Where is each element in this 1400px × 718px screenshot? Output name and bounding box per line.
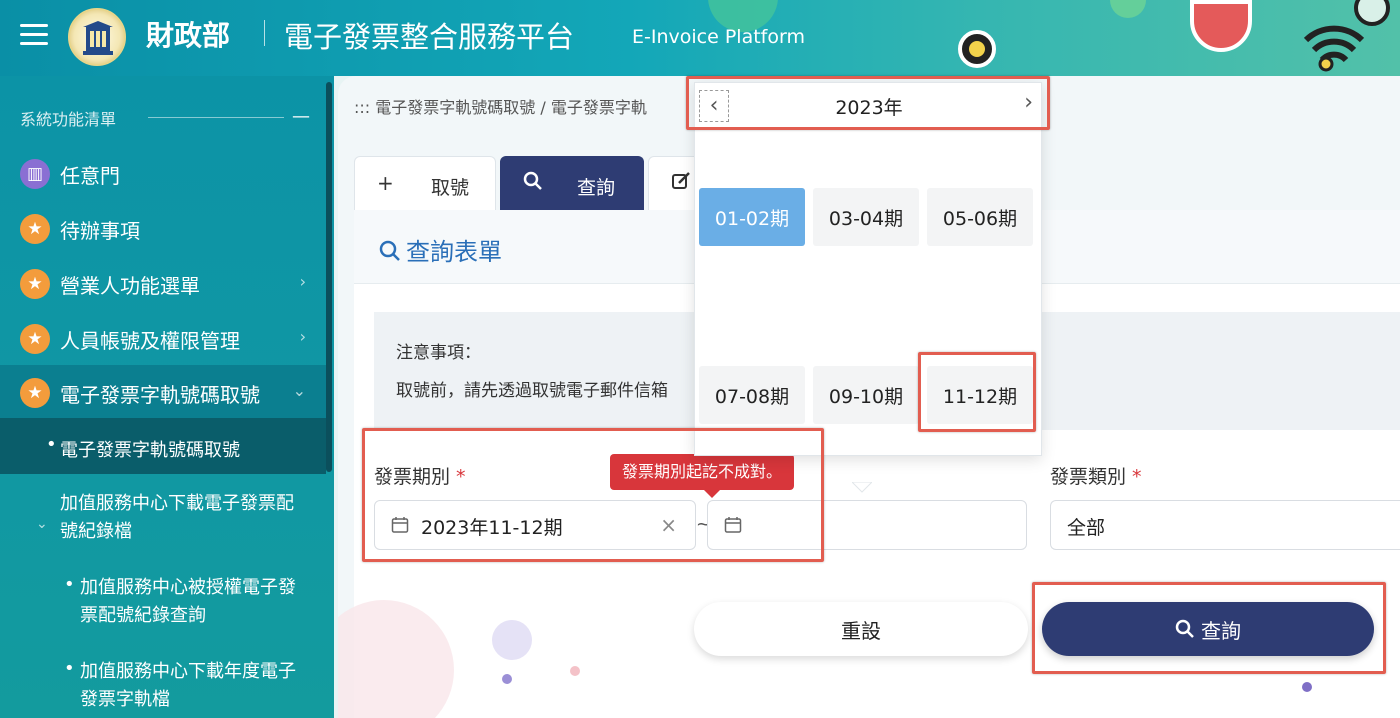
search-icon xyxy=(379,240,400,261)
sidebar-item-todo[interactable]: ★ 待辦事項 xyxy=(0,201,326,255)
star-icon: ★ xyxy=(20,324,50,354)
sidebar: 系統功能清單 — ▥ 任意門 ★ 待辦事項 ★ 營業人功能選單 › ★ 人員帳號… xyxy=(0,76,334,718)
platform-subtitle: E-Invoice Platform xyxy=(632,26,805,48)
tab-get-number[interactable]: + 取號 xyxy=(354,156,496,210)
ministry-name[interactable]: 財政部 xyxy=(146,14,230,54)
panel-title: 查詢表單 xyxy=(378,232,502,267)
picker-caret xyxy=(852,482,872,493)
sidebar-item-label: 營業人功能選單 xyxy=(60,274,200,298)
chevron-right-icon: › xyxy=(299,327,306,346)
sidebar-scrollbar[interactable] xyxy=(326,82,332,472)
sidebar-item-label: 待辦事項 xyxy=(60,219,140,243)
coin-icon xyxy=(958,30,996,68)
edit-icon xyxy=(671,171,691,196)
sidebar-subitem-authorized-query[interactable]: 加值服務中心被授權電子發票配號紀錄查詢 xyxy=(80,574,310,630)
hamburger-menu-icon[interactable] xyxy=(20,24,48,46)
sidebar-title: 系統功能清單 xyxy=(20,110,117,129)
highlight-period-11-12 xyxy=(918,352,1036,432)
plus-icon: + xyxy=(377,171,394,195)
decoration-circle xyxy=(1302,682,1312,692)
decoration-circle xyxy=(338,600,454,718)
bullet-icon: • xyxy=(64,574,75,595)
highlight-search-button xyxy=(1032,582,1386,674)
decoration-circle xyxy=(570,666,580,676)
tab-label: 查詢 xyxy=(577,177,616,199)
type-label: 發票類別 * xyxy=(1050,466,1142,488)
highlight-year-header xyxy=(686,76,1050,130)
sidebar-group-download[interactable]: 加值服務中心下載電子發票配號紀錄檔 xyxy=(60,490,310,546)
reset-button[interactable]: 重設 xyxy=(694,602,1028,656)
notice-title: 注意事項： xyxy=(396,343,481,363)
tab-query[interactable]: 查詢 xyxy=(500,156,644,210)
sidebar-subitem-yearly-download[interactable]: 加值服務中心下載年度電子發票字軌檔 xyxy=(80,658,310,714)
star-icon: ★ xyxy=(20,214,50,244)
period-option-05-06[interactable]: 05-06期 xyxy=(927,188,1033,246)
header-divider xyxy=(264,20,265,46)
sidebar-subitem-label: 電子發票字軌號碼取號 xyxy=(60,440,240,461)
bullet-icon: • xyxy=(46,434,57,455)
invoice-type-select[interactable]: 全部 xyxy=(1050,500,1400,550)
sidebar-item-business-menu[interactable]: ★ 營業人功能選單 › xyxy=(0,256,326,310)
chevron-right-icon: › xyxy=(299,272,306,291)
period-option-01-02[interactable]: 01-02期 xyxy=(699,188,805,246)
invoice-badge-icon xyxy=(1190,0,1252,52)
sidebar-subitem-active[interactable]: • 電子發票字軌號碼取號 xyxy=(0,418,326,474)
chevron-down-icon: ⌄ xyxy=(292,381,306,400)
tab-label: 取號 xyxy=(431,177,470,199)
decoration-circle xyxy=(502,674,512,684)
star-icon: ★ xyxy=(20,269,50,299)
chevron-down-icon[interactable]: ⌄ xyxy=(36,516,48,532)
sidebar-title-line xyxy=(148,117,284,118)
decoration-circle xyxy=(492,620,532,660)
breadcrumb[interactable]: ::: 電子發票字軌號碼取號 / 電子發票字軌 xyxy=(354,94,647,118)
period-option-03-04[interactable]: 03-04期 xyxy=(813,188,919,246)
decoration-shape xyxy=(1110,0,1146,18)
sidebar-collapse-button[interactable]: — xyxy=(292,106,310,127)
period-option-07-08[interactable]: 07-08期 xyxy=(699,366,805,424)
sidebar-item-portal[interactable]: ▥ 任意門 xyxy=(0,146,326,200)
notice-text: 取號前，請先透過取號電子郵件信箱 xyxy=(396,381,668,401)
ministry-logo[interactable] xyxy=(68,8,126,66)
period-option-09-10[interactable]: 09-10期 xyxy=(813,366,919,424)
sidebar-item-account-permission[interactable]: ★ 人員帳號及權限管理 › xyxy=(0,311,326,365)
sidebar-item-invoice-number[interactable]: ★ 電子發票字軌號碼取號 ⌄ xyxy=(0,365,326,419)
sidebar-item-label: 電子發票字軌號碼取號 xyxy=(60,383,260,407)
star-icon: ★ xyxy=(20,378,50,408)
platform-title[interactable]: 電子發票整合服務平台 xyxy=(284,14,574,56)
sidebar-item-label: 人員帳號及權限管理 xyxy=(60,329,240,353)
search-icon xyxy=(523,171,543,196)
top-header: 財政部 電子發票整合服務平台 E-Invoice Platform xyxy=(0,0,1400,76)
map-icon: ▥ xyxy=(20,159,50,189)
sidebar-item-label: 任意門 xyxy=(60,164,120,188)
invoice-type-value: 全部 xyxy=(1067,517,1106,539)
bullet-icon: • xyxy=(64,658,75,679)
highlight-period-field xyxy=(362,428,824,562)
